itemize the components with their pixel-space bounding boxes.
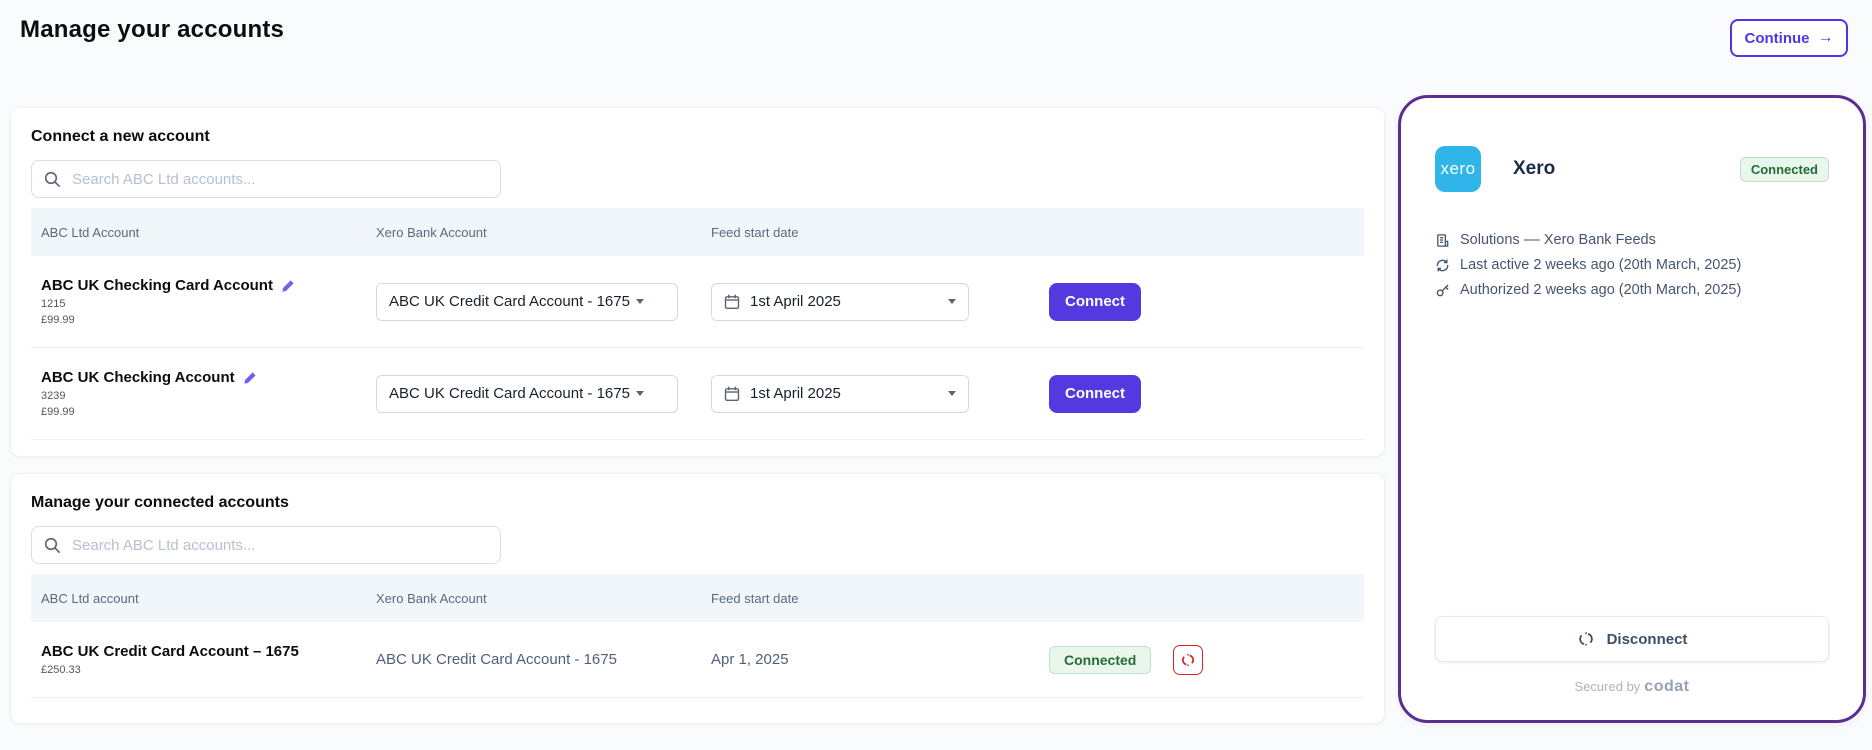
refresh-icon — [1435, 258, 1450, 273]
account-name: ABC UK Checking Account — [41, 369, 235, 386]
xero-bank-account-select[interactable]: ABC UK Credit Card Account - 1675 — [376, 283, 678, 321]
account-name: ABC UK Checking Card Account — [41, 277, 273, 294]
connect-button[interactable]: Connect — [1049, 283, 1141, 321]
account-name: ABC UK Credit Card Account – 1675 — [41, 643, 299, 660]
edit-pencil-icon[interactable] — [281, 279, 295, 293]
connect-table-header: ABC Ltd Account Xero Bank Account Feed s… — [31, 208, 1364, 256]
column-header-abc-ltd-account: ABC Ltd Account — [41, 225, 376, 240]
secured-by: Secured bycodat — [1401, 678, 1863, 696]
continue-button[interactable]: Continue → — [1730, 19, 1848, 57]
connect-search-box[interactable] — [31, 160, 501, 198]
connect-section-title: Connect a new account — [31, 128, 1364, 146]
search-icon — [44, 537, 61, 554]
calendar-icon — [724, 386, 740, 402]
chevron-down-icon — [948, 299, 956, 304]
table-row: ABC UK Checking Card Account 1215 £99.99… — [31, 256, 1364, 348]
solutions-text: Solutions –– Xero Bank Feeds — [1460, 232, 1656, 248]
connect-new-account-card: Connect a new account ABC Ltd Account Xe… — [10, 107, 1385, 457]
account-number: 3239 — [41, 390, 376, 402]
account-balance: £99.99 — [41, 314, 376, 326]
xero-integration-panel: xero Xero Connected Solutions –– Xero Ba… — [1398, 95, 1866, 723]
integration-name: Xero — [1513, 158, 1555, 180]
feed-start-date-picker[interactable]: 1st April 2025 — [711, 283, 969, 321]
column-header-feed-start-date: Feed start date — [711, 225, 1049, 240]
selected-bank-account: ABC UK Credit Card Account - 1675 — [389, 385, 630, 402]
selected-bank-account: ABC UK Credit Card Account - 1675 — [389, 293, 630, 310]
linked-bank-account: ABC UK Credit Card Account - 1675 — [376, 651, 711, 668]
column-header-xero-bank-account: Xero Bank Account — [376, 225, 711, 240]
arrow-right-icon: → — [1818, 30, 1834, 46]
building-icon — [1435, 233, 1450, 248]
disconnect-account-button[interactable] — [1173, 645, 1203, 675]
connect-search-input[interactable] — [72, 171, 488, 188]
connection-status-badge: Connected — [1740, 157, 1829, 182]
manage-table-header: ABC Ltd account Xero Bank Account Feed s… — [31, 574, 1364, 622]
column-header-feed-start-date: Feed start date — [711, 591, 1049, 606]
selected-date: 1st April 2025 — [750, 293, 938, 310]
last-active-text: Last active 2 weeks ago (20th March, 202… — [1460, 257, 1741, 273]
account-balance: £250.33 — [41, 664, 376, 676]
page-title: Manage your accounts — [20, 16, 284, 44]
authorized-detail: Authorized 2 weeks ago (20th March, 2025… — [1435, 282, 1829, 298]
selected-date: 1st April 2025 — [750, 385, 938, 402]
manage-search-input[interactable] — [72, 537, 488, 554]
key-icon — [1435, 283, 1450, 298]
connect-button[interactable]: Connect — [1049, 375, 1141, 413]
disconnect-label: Disconnect — [1607, 631, 1688, 648]
calendar-icon — [724, 294, 740, 310]
account-number: 1215 — [41, 298, 376, 310]
manage-connected-accounts-card: Manage your connected accounts ABC Ltd a… — [10, 473, 1385, 724]
unlink-icon — [1180, 652, 1196, 668]
table-row: ABC UK Checking Account 3239 £99.99 ABC … — [31, 348, 1364, 440]
search-icon — [44, 171, 61, 188]
status-badge: Connected — [1049, 646, 1151, 674]
chevron-down-icon — [636, 299, 644, 304]
column-header-xero-bank-account: Xero Bank Account — [376, 591, 711, 606]
manage-search-box[interactable] — [31, 526, 501, 564]
last-active-detail: Last active 2 weeks ago (20th March, 202… — [1435, 257, 1829, 273]
column-header-abc-ltd-account: ABC Ltd account — [41, 591, 376, 606]
solutions-detail: Solutions –– Xero Bank Feeds — [1435, 232, 1829, 248]
feed-start-date-value: Apr 1, 2025 — [711, 651, 1049, 668]
feed-start-date-picker[interactable]: 1st April 2025 — [711, 375, 969, 413]
secured-by-text: Secured by — [1575, 679, 1641, 694]
authorized-text: Authorized 2 weeks ago (20th March, 2025… — [1460, 282, 1741, 298]
codat-logo: codat — [1644, 678, 1689, 695]
unlink-icon — [1577, 630, 1595, 648]
chevron-down-icon — [636, 391, 644, 396]
chevron-down-icon — [948, 391, 956, 396]
manage-section-title: Manage your connected accounts — [31, 494, 1364, 512]
account-balance: £99.99 — [41, 406, 376, 418]
continue-label: Continue — [1745, 30, 1810, 47]
xero-bank-account-select[interactable]: ABC UK Credit Card Account - 1675 — [376, 375, 678, 413]
xero-logo: xero — [1435, 146, 1481, 192]
disconnect-button[interactable]: Disconnect — [1435, 616, 1829, 662]
edit-pencil-icon[interactable] — [243, 371, 257, 385]
table-row: ABC UK Credit Card Account – 1675 £250.3… — [31, 622, 1364, 698]
